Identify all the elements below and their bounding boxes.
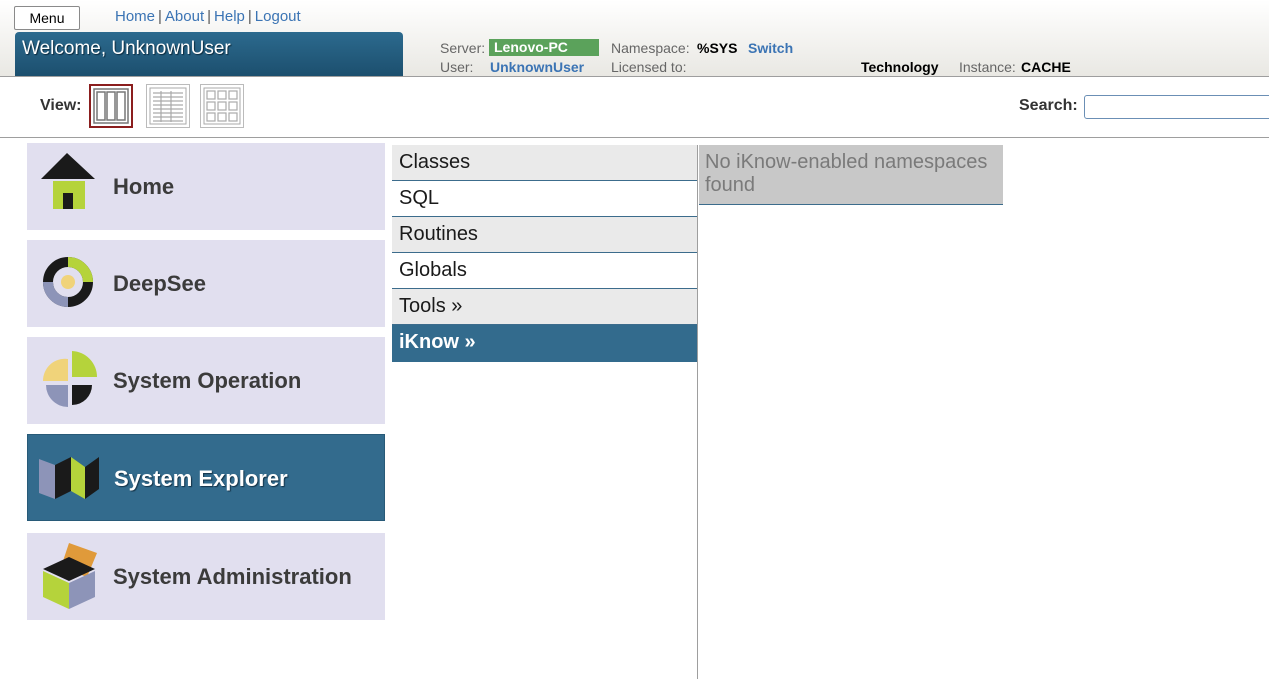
search-input[interactable] xyxy=(1084,95,1269,119)
deepsee-ring-icon xyxy=(43,257,93,307)
about-link[interactable]: About xyxy=(165,8,204,25)
column-divider xyxy=(697,145,698,679)
nav-item-label: Home xyxy=(113,174,175,199)
system-operation-icon xyxy=(42,351,97,407)
iknow-empty-message: No iKnow-enabled namespaces found xyxy=(699,145,1003,205)
licensed-to-label: Licensed to: xyxy=(611,59,687,75)
nav-item-label: System Explorer xyxy=(114,466,288,491)
grid-view-icon xyxy=(203,87,241,125)
nav-item-label: System Administration xyxy=(113,564,352,589)
link-separator: | xyxy=(247,8,252,25)
home-link[interactable]: Home xyxy=(115,8,155,25)
nav-item-home[interactable]: Home xyxy=(27,143,385,230)
submenu-item-globals[interactable]: Globals xyxy=(392,253,697,289)
nav-item-system-operation[interactable]: System Operation xyxy=(27,337,385,424)
switch-namespace-link[interactable]: Switch xyxy=(748,40,793,56)
link-separator: | xyxy=(158,8,162,25)
system-explorer-icon xyxy=(39,457,99,499)
toolbar-divider xyxy=(0,137,1269,138)
submenu-list: Classes SQL Routines Globals Tools » iKn… xyxy=(392,145,697,362)
search-label: Search: xyxy=(1019,97,1078,114)
logout-link[interactable]: Logout xyxy=(255,8,301,25)
nav-item-system-explorer[interactable]: System Explorer xyxy=(27,434,385,521)
user-label: User: xyxy=(440,59,474,75)
columns-view-icon xyxy=(93,88,129,124)
menu-button[interactable]: Menu xyxy=(14,6,80,30)
namespace-label: Namespace: xyxy=(611,40,690,56)
instance-value: CACHE xyxy=(1021,59,1071,75)
submenu-item-classes[interactable]: Classes xyxy=(392,145,697,181)
server-label: Server: xyxy=(440,40,486,56)
nav-item-label: DeepSee xyxy=(113,271,206,296)
namespace-value: %SYS xyxy=(697,40,738,56)
help-link[interactable]: Help xyxy=(214,8,245,25)
user-link[interactable]: UnknownUser xyxy=(490,59,584,75)
list-view-icon xyxy=(149,87,187,125)
submenu-item-tools[interactable]: Tools » xyxy=(392,289,697,325)
licensee-value: Technology xyxy=(861,59,939,75)
nav-item-label: System Operation xyxy=(113,368,302,393)
view-list-button[interactable] xyxy=(146,84,190,128)
submenu-item-sql[interactable]: SQL xyxy=(392,181,697,217)
view-grid-button[interactable] xyxy=(200,84,244,128)
view-label: View: xyxy=(40,97,82,114)
instance-label: Instance: xyxy=(959,59,1016,75)
nav-item-deepsee[interactable]: DeepSee xyxy=(27,240,385,327)
submenu-item-iknow[interactable]: iKnow » xyxy=(392,325,697,362)
welcome-banner: Welcome, UnknownUser xyxy=(15,32,403,76)
view-columns-button[interactable] xyxy=(89,84,133,128)
top-links: Home | About | Help | Logout xyxy=(115,8,301,25)
submenu-item-routines[interactable]: Routines xyxy=(392,217,697,253)
house-icon xyxy=(41,153,95,209)
link-separator: | xyxy=(207,8,212,25)
nav-item-system-administration[interactable]: System Administration xyxy=(27,533,385,620)
header-bar: Menu Home | About | Help | Logout Welcome, Unk… xyxy=(0,0,1269,77)
system-administration-box-icon xyxy=(43,543,97,609)
server-badge: Lenovo-PC xyxy=(489,39,599,56)
